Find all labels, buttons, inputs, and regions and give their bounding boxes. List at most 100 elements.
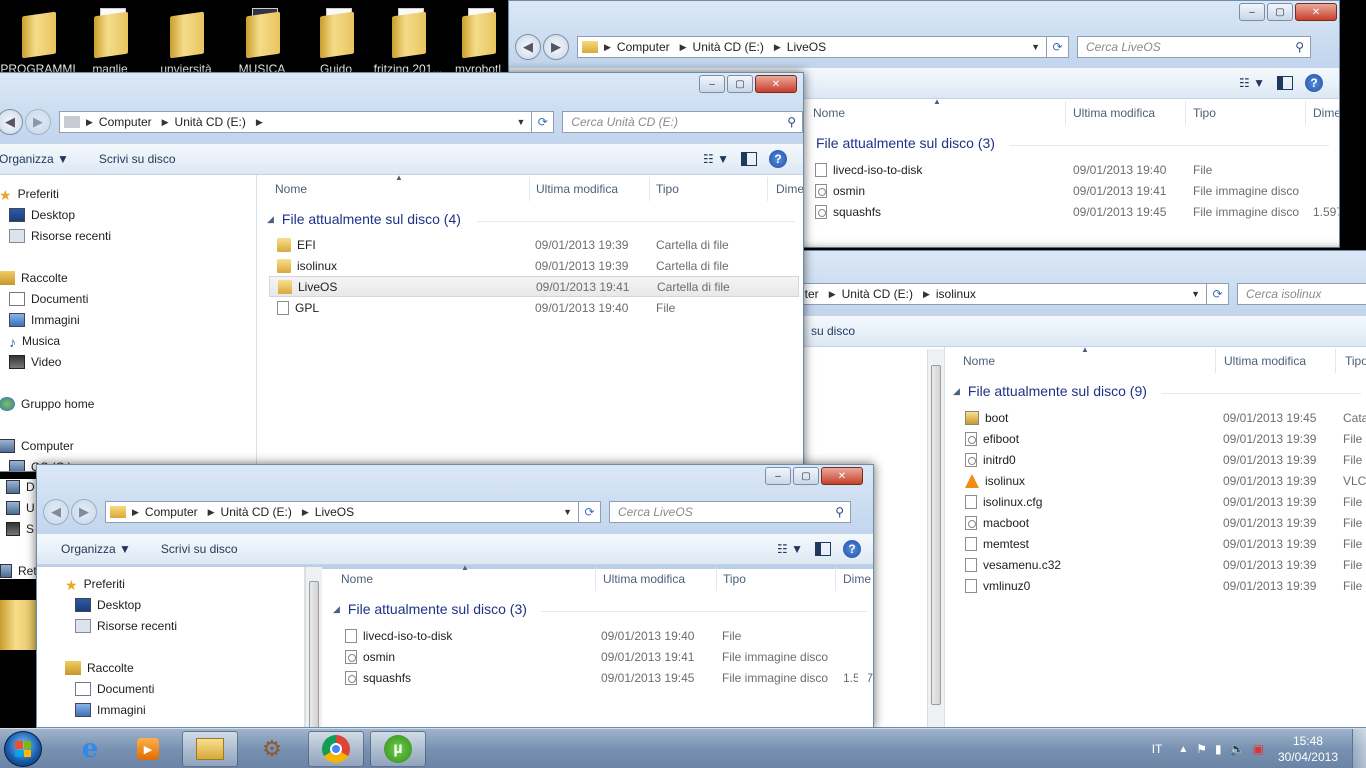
desktop-folder-partial[interactable] xyxy=(0,600,38,650)
minimize-button[interactable]: – xyxy=(765,467,791,485)
start-button[interactable] xyxy=(4,731,42,767)
back-button[interactable]: ◀ xyxy=(515,34,541,60)
breadcrumb-drive[interactable]: Unità CD (E:) xyxy=(175,115,246,129)
maximize-button[interactable]: ▢ xyxy=(727,75,753,93)
file-row[interactable]: livecd-iso-to-disk 09/01/2013 19:40 File xyxy=(815,159,1339,180)
column-size[interactable]: Dime xyxy=(1313,106,1339,120)
nav-recent[interactable]: Risorse recenti xyxy=(75,619,177,633)
column-modified[interactable]: Ultima modifica xyxy=(603,572,685,586)
desktop-icon[interactable]: Guido xyxy=(298,4,374,76)
show-desktop-button[interactable] xyxy=(1352,729,1366,768)
refresh-button[interactable]: ⟳ xyxy=(532,111,555,133)
refresh-button[interactable]: ⟳ xyxy=(1047,36,1069,58)
search-icon[interactable]: ⚲ xyxy=(835,505,844,519)
nav-music[interactable]: ♪ Musica xyxy=(9,334,60,350)
show-hidden-icons-icon[interactable]: ▲ xyxy=(1178,744,1188,755)
nav-computer[interactable]: Computer xyxy=(0,439,74,453)
nav-video[interactable]: Video xyxy=(9,355,61,369)
file-row[interactable]: squashfs 09/01/2013 19:45 File immagine d… xyxy=(815,201,1339,222)
breadcrumb-computer[interactable]: Computer xyxy=(145,505,198,519)
breadcrumb-computer[interactable]: Computer xyxy=(617,40,670,54)
desktop-icon[interactable]: PROGRAMMI xyxy=(0,4,76,76)
burn-button[interactable]: su disco xyxy=(811,324,855,338)
search-input[interactable]: Cerca isolinux xyxy=(1237,283,1366,305)
help-icon[interactable]: ? xyxy=(1305,74,1323,92)
column-modified[interactable]: Ultima modifica xyxy=(1073,106,1155,120)
preview-pane-icon[interactable] xyxy=(815,542,831,556)
group-header[interactable]: ◢ File attualmente sul disco (3) xyxy=(333,601,527,617)
column-size[interactable]: Dime xyxy=(776,182,803,196)
file-row[interactable]: isolinux 09/01/2013 19:39 VLC xyxy=(957,470,1366,491)
taskbar-chrome[interactable] xyxy=(308,731,364,767)
breadcrumb-folder[interactable]: LiveOS xyxy=(315,505,354,519)
chevron-down-icon[interactable]: ▼ xyxy=(516,117,525,127)
column-name[interactable]: Nome xyxy=(963,354,995,368)
preview-pane-icon[interactable] xyxy=(741,152,757,166)
burn-button[interactable]: Scrivi su disco xyxy=(99,152,176,166)
breadcrumb-drive[interactable]: Unità CD (E:) xyxy=(842,287,913,301)
nav-images[interactable]: Immagini xyxy=(9,313,80,327)
forward-button[interactable]: ▶ xyxy=(71,499,97,525)
refresh-button[interactable]: ⟳ xyxy=(1207,283,1229,305)
address-bar[interactable]: ▶ Computer ▶ Unità CD (E:) ▶ ▼ xyxy=(59,111,533,133)
desktop-icon[interactable]: MUSICA xyxy=(224,4,300,76)
file-row[interactable]: GPL 09/01/2013 19:40 File xyxy=(269,297,799,318)
desktop-icon[interactable]: unviersità xyxy=(148,4,224,76)
file-row[interactable]: memtest 09/01/2013 19:39 File xyxy=(957,533,1366,554)
address-bar[interactable]: ▶ Computer ▶ Unità CD (E:) ▶ LiveOS ▼ xyxy=(577,36,1047,58)
file-row[interactable]: livecd-iso-to-disk 09/01/2013 19:40 File xyxy=(337,625,873,646)
chevron-down-icon[interactable]: ▼ xyxy=(563,507,572,517)
refresh-button[interactable]: ⟳ xyxy=(579,501,601,523)
column-type[interactable]: Tipo xyxy=(1345,354,1366,368)
forward-button[interactable]: ▶ xyxy=(25,109,51,135)
nav-libraries[interactable]: Raccolte xyxy=(0,271,68,285)
address-bar[interactable]: uter ▶ Unità CD (E:) ▶ isolinux ▼ xyxy=(761,283,1207,305)
file-row[interactable]: boot 09/01/2013 19:45 Cata xyxy=(957,407,1366,428)
nav-scrollbar[interactable] xyxy=(927,349,944,727)
clock[interactable]: 15:48 30/04/2013 xyxy=(1278,733,1338,765)
breadcrumb-folder[interactable]: isolinux xyxy=(936,287,976,301)
file-row[interactable]: vmlinuz0 09/01/2013 19:39 File xyxy=(957,575,1366,596)
address-bar[interactable]: ▶ Computer ▶ Unità CD (E:) ▶ LiveOS ▼ xyxy=(105,501,579,523)
column-name[interactable]: Nome xyxy=(813,106,845,120)
chevron-down-icon[interactable]: ▼ xyxy=(1191,289,1200,299)
nav-drive-s[interactable]: S xyxy=(6,522,34,536)
file-row[interactable]: efiboot 09/01/2013 19:39 File i xyxy=(957,428,1366,449)
column-type[interactable]: Tipo xyxy=(723,572,746,586)
group-header[interactable]: File attualmente sul disco (3) xyxy=(816,135,995,151)
file-row[interactable]: initrd0 09/01/2013 19:39 File i xyxy=(957,449,1366,470)
minimize-button[interactable]: – xyxy=(1239,3,1265,21)
file-row[interactable]: isolinux 09/01/2013 19:39 Cartella di file xyxy=(269,255,799,276)
nav-documents[interactable]: Documenti xyxy=(75,682,154,696)
nav-recent[interactable]: Risorse recenti xyxy=(9,229,111,243)
taskbar-explorer[interactable] xyxy=(182,731,238,767)
nav-desktop[interactable]: Desktop xyxy=(75,598,141,612)
close-button[interactable]: ✕ xyxy=(1295,3,1337,21)
nav-network[interactable]: Ret xyxy=(0,564,37,578)
view-options-icon[interactable]: ☷ ▼ xyxy=(777,542,803,556)
breadcrumb-folder[interactable]: LiveOS xyxy=(787,40,826,54)
back-button[interactable]: ◀ xyxy=(0,109,23,135)
breadcrumb-drive[interactable]: Unità CD (E:) xyxy=(693,40,764,54)
nav-drive-d[interactable]: D xyxy=(6,480,35,494)
search-input[interactable]: Cerca Unità CD (E:) ⚲ xyxy=(562,111,803,133)
close-button[interactable]: ✕ xyxy=(821,467,863,485)
file-row[interactable]: LiveOS 09/01/2013 19:41 Cartella di file xyxy=(269,276,799,297)
column-name[interactable]: Nome xyxy=(275,182,307,196)
search-icon[interactable]: ⚲ xyxy=(787,115,796,129)
breadcrumb-drive[interactable]: Unità CD (E:) xyxy=(221,505,292,519)
nav-drive-u[interactable]: U xyxy=(6,501,35,515)
maximize-button[interactable]: ▢ xyxy=(793,467,819,485)
minimize-button[interactable]: – xyxy=(699,75,725,93)
forward-button[interactable]: ▶ xyxy=(543,34,569,60)
file-row[interactable]: isolinux.cfg 09/01/2013 19:39 File C xyxy=(957,491,1366,512)
file-row[interactable]: osmin 09/01/2013 19:41 File immagine disco xyxy=(337,646,873,667)
preview-pane-icon[interactable] xyxy=(1277,76,1293,90)
close-button[interactable]: ✕ xyxy=(755,75,797,93)
burn-button[interactable]: Scrivi su disco xyxy=(161,542,238,556)
group-header[interactable]: ◢ File attualmente sul disco (9) xyxy=(953,383,1147,399)
volume-icon[interactable]: 🔈 xyxy=(1230,742,1245,756)
taskbar-media-player[interactable]: ▶ xyxy=(120,731,176,767)
nav-desktop[interactable]: Desktop xyxy=(9,208,75,222)
nav-images[interactable]: Immagini xyxy=(75,703,146,717)
